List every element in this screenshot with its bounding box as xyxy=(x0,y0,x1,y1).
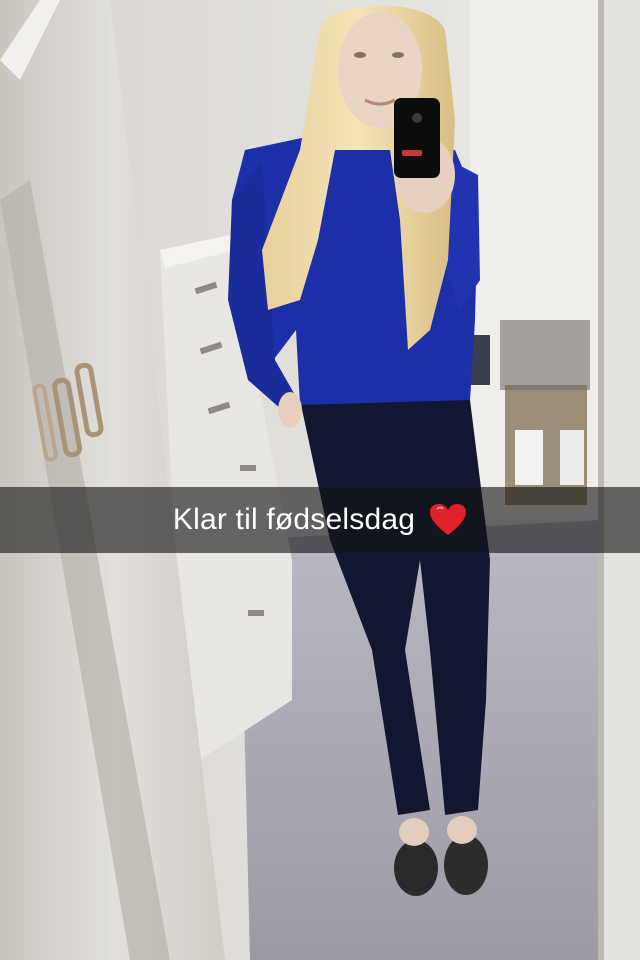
shoe-left xyxy=(394,840,438,896)
snap-caption-bar: Klar til fødselsdag xyxy=(0,487,640,553)
red-heart-icon xyxy=(430,504,467,535)
snap-photo xyxy=(0,0,640,960)
iphone xyxy=(394,98,440,178)
shoe-right xyxy=(444,835,488,895)
snap-caption-text: Klar til fødselsdag xyxy=(172,503,416,536)
mirror-frame-right xyxy=(598,0,640,960)
